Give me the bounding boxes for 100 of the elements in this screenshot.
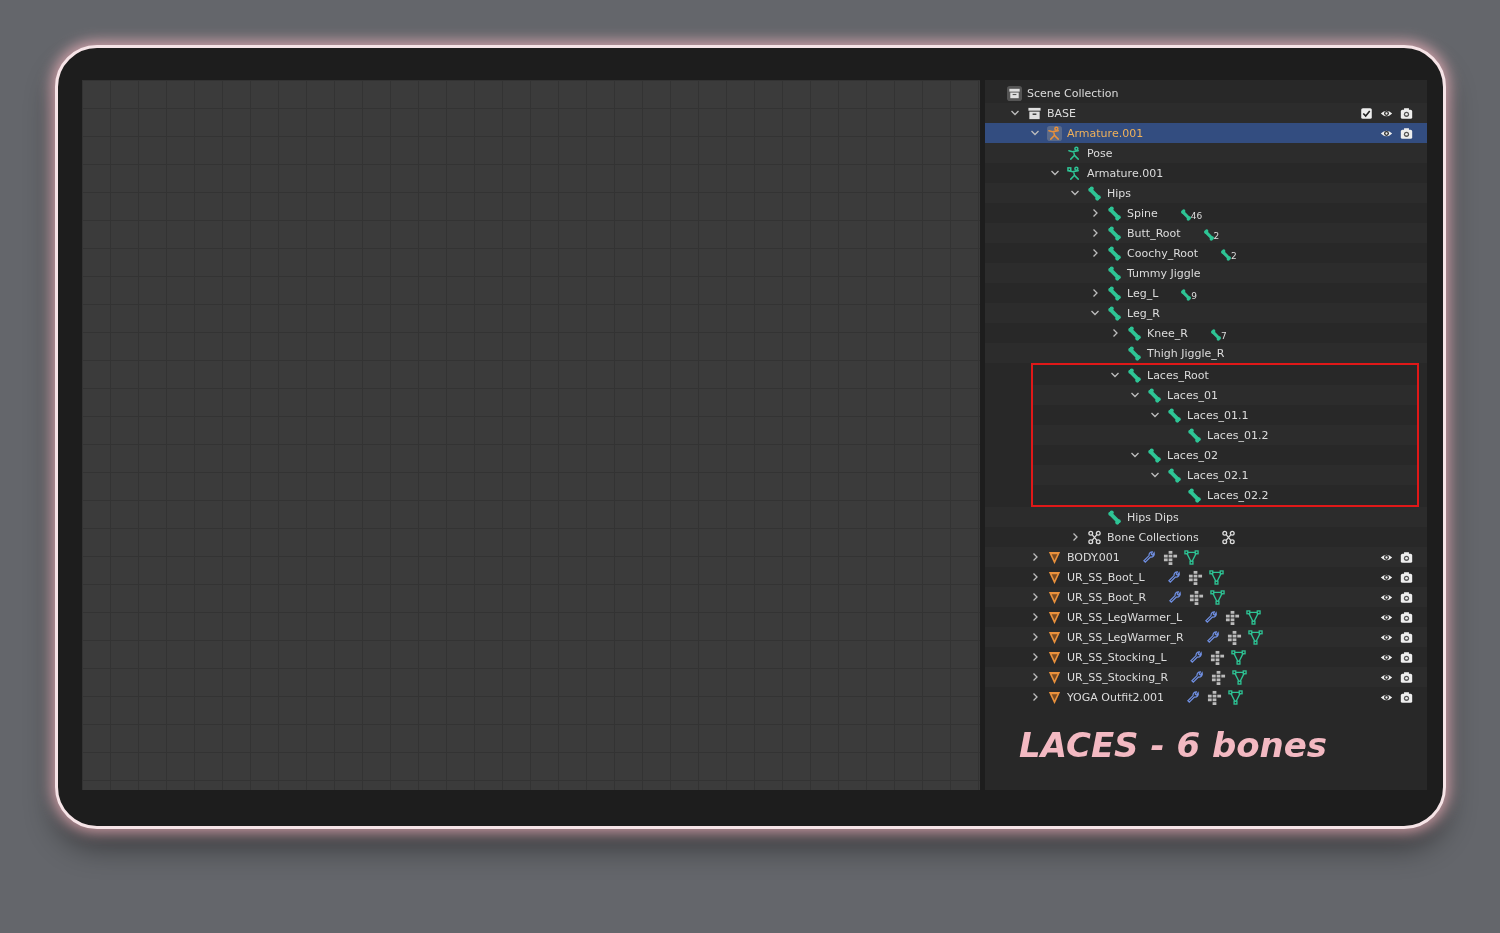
outliner-row[interactable]: Laces_01.1 xyxy=(1033,405,1417,425)
blocks-icon[interactable] xyxy=(1211,669,1227,685)
outliner-row[interactable]: UR_SS_LegWarmer_R xyxy=(985,627,1427,647)
outliner-row[interactable]: UR_SS_Stocking_L xyxy=(985,647,1427,667)
outliner-row[interactable]: Laces_Root xyxy=(1033,365,1417,385)
vertex-triangle-icon[interactable] xyxy=(1208,569,1224,585)
camera-icon[interactable] xyxy=(1400,550,1413,564)
outliner-row[interactable]: UR_SS_Boot_L xyxy=(985,567,1427,587)
outliner-row[interactable]: Laces_01 xyxy=(1033,385,1417,405)
blocks-icon[interactable] xyxy=(1207,689,1222,705)
bone-icon xyxy=(1107,305,1122,321)
expand-chevron-icon[interactable] xyxy=(1130,450,1140,460)
wrench-icon[interactable] xyxy=(1204,609,1220,625)
camera-icon[interactable] xyxy=(1400,610,1413,624)
outliner-row[interactable]: Knee_R 7 xyxy=(985,323,1427,343)
bone-icon xyxy=(1147,387,1162,403)
expand-chevron-icon[interactable] xyxy=(1150,470,1160,480)
row-label: Scene Collection xyxy=(1027,86,1119,100)
outliner-row[interactable]: Tummy Jiggle xyxy=(985,263,1427,283)
outliner-row[interactable]: Bone Collections xyxy=(985,527,1427,547)
outliner-row[interactable]: BASE xyxy=(985,103,1427,123)
outliner-row[interactable]: BODY.001 xyxy=(985,547,1427,567)
blocks-icon[interactable] xyxy=(1189,589,1205,605)
wrench-icon[interactable] xyxy=(1168,589,1184,605)
outliner-row[interactable]: UR_SS_Stocking_R xyxy=(985,667,1427,687)
blocks-icon[interactable] xyxy=(1225,609,1241,625)
expand-chevron-icon[interactable] xyxy=(1030,652,1040,662)
expand-chevron-icon[interactable] xyxy=(1010,108,1020,118)
outliner-row[interactable]: Hips xyxy=(985,183,1427,203)
expand-chevron-icon[interactable] xyxy=(1050,168,1060,178)
camera-icon[interactable] xyxy=(1400,650,1413,664)
expand-chevron-icon[interactable] xyxy=(1090,248,1100,258)
expand-chevron-icon[interactable] xyxy=(1090,208,1100,218)
camera-icon[interactable] xyxy=(1400,670,1413,684)
outliner-row[interactable]: Laces_02.1 xyxy=(1033,465,1417,485)
expand-chevron-icon[interactable] xyxy=(1110,370,1120,380)
expand-chevron-icon[interactable] xyxy=(1030,572,1040,582)
outliner-row[interactable]: YOGA Outfit2.001 xyxy=(985,687,1427,707)
expand-chevron-icon[interactable] xyxy=(1030,128,1040,138)
outliner-row[interactable]: Laces_02 xyxy=(1033,445,1417,465)
outliner-row[interactable]: Pose xyxy=(985,143,1427,163)
vertex-triangle-icon[interactable] xyxy=(1228,689,1243,705)
row-label: Hips Dips xyxy=(1127,510,1179,524)
vertex-triangle-icon[interactable] xyxy=(1210,589,1226,605)
expand-chevron-icon[interactable] xyxy=(1150,410,1160,420)
blocks-icon[interactable] xyxy=(1162,549,1178,565)
camera-icon[interactable] xyxy=(1400,590,1413,604)
camera-icon[interactable] xyxy=(1400,126,1413,140)
row-label: UR_SS_LegWarmer_R xyxy=(1067,630,1184,644)
expand-chevron-icon[interactable] xyxy=(1090,308,1100,318)
wrench-icon[interactable] xyxy=(1141,549,1157,565)
camera-icon[interactable] xyxy=(1400,630,1413,644)
vertex-triangle-icon[interactable] xyxy=(1183,549,1199,565)
expand-chevron-icon[interactable] xyxy=(1090,228,1100,238)
expand-chevron-icon[interactable] xyxy=(1070,188,1080,198)
expand-chevron-icon[interactable] xyxy=(1030,612,1040,622)
outliner-row[interactable]: UR_SS_LegWarmer_L xyxy=(985,607,1427,627)
expand-chevron-icon[interactable] xyxy=(1110,328,1120,338)
camera-icon[interactable] xyxy=(1400,690,1413,704)
wrench-icon[interactable] xyxy=(1188,649,1204,665)
camera-icon[interactable] xyxy=(1400,106,1413,120)
expand-chevron-icon[interactable] xyxy=(1030,672,1040,682)
outliner-row[interactable]: Laces_02.2 xyxy=(1033,485,1417,505)
outliner-row[interactable]: Armature.001 xyxy=(985,123,1427,143)
expand-chevron-icon[interactable] xyxy=(1030,552,1040,562)
outliner-row[interactable]: Spine 46 xyxy=(985,203,1427,223)
outliner-row[interactable]: Scene Collection xyxy=(985,83,1427,103)
outliner-row[interactable]: Hips Dips xyxy=(985,507,1427,527)
wrench-icon[interactable] xyxy=(1205,629,1221,645)
collection-box-icon xyxy=(1027,105,1042,121)
blocks-icon[interactable] xyxy=(1226,629,1242,645)
expand-chevron-icon[interactable] xyxy=(1030,592,1040,602)
row-label: Pose xyxy=(1087,146,1113,160)
expand-chevron-icon[interactable] xyxy=(1030,632,1040,642)
wrench-icon[interactable] xyxy=(1190,669,1206,685)
outliner-row[interactable]: Butt_Root 2 xyxy=(985,223,1427,243)
vertex-triangle-icon[interactable] xyxy=(1230,649,1246,665)
child-count: 2 xyxy=(1213,232,1220,241)
wrench-icon[interactable] xyxy=(1166,569,1182,585)
outliner-row[interactable]: UR_SS_Boot_R xyxy=(985,587,1427,607)
vertex-triangle-icon[interactable] xyxy=(1232,669,1248,685)
blocks-icon[interactable] xyxy=(1187,569,1203,585)
vertex-triangle-icon[interactable] xyxy=(1246,609,1262,625)
camera-icon[interactable] xyxy=(1400,570,1413,584)
outliner-row[interactable]: Leg_L 9 xyxy=(985,283,1427,303)
outliner-row[interactable]: Thigh Jiggle_R xyxy=(985,343,1427,363)
checkbox[interactable] xyxy=(1360,106,1373,120)
bone-icon xyxy=(1107,245,1122,261)
expand-chevron-icon[interactable] xyxy=(1030,692,1040,702)
blocks-icon[interactable] xyxy=(1209,649,1225,665)
expand-chevron-icon[interactable] xyxy=(1090,288,1100,298)
outliner-row[interactable]: Laces_01.2 xyxy=(1033,425,1417,445)
wrench-icon[interactable] xyxy=(1186,689,1201,705)
vertex-triangle-icon[interactable] xyxy=(1247,629,1263,645)
outliner-row[interactable]: Armature.001 xyxy=(985,163,1427,183)
expand-chevron-icon[interactable] xyxy=(1070,532,1080,542)
outliner-row[interactable]: Leg_R xyxy=(985,303,1427,323)
bone-icon xyxy=(1187,487,1202,503)
expand-chevron-icon[interactable] xyxy=(1130,390,1140,400)
outliner-row[interactable]: Coochy_Root 2 xyxy=(985,243,1427,263)
